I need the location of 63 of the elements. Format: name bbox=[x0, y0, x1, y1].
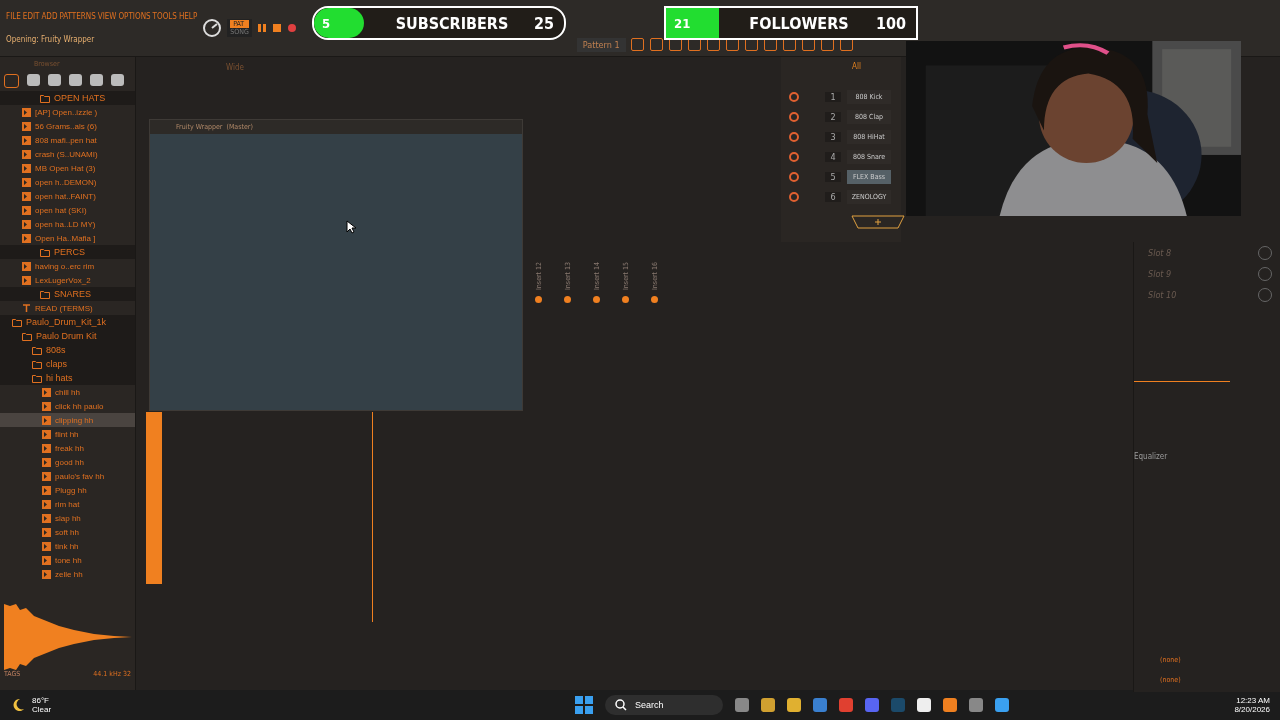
browser-item[interactable]: Paulo_Drum_Kit_1k bbox=[0, 315, 135, 329]
browser-item[interactable]: PERCS bbox=[0, 245, 135, 259]
search-field[interactable]: Search bbox=[604, 695, 724, 715]
browser-item[interactable]: claps bbox=[0, 357, 135, 371]
counter-label: FOLLOWERS bbox=[748, 13, 850, 33]
browser-item[interactable]: soft hh bbox=[0, 525, 135, 539]
menu-item[interactable]: HELP bbox=[178, 12, 198, 21]
temperature: 86°F bbox=[32, 696, 50, 705]
counter-current: 21 bbox=[673, 15, 692, 31]
browser-item[interactable]: Plugg hh bbox=[0, 483, 135, 497]
browser-item[interactable]: tink hh bbox=[0, 539, 135, 553]
browser-item[interactable]: click hh paulo bbox=[0, 399, 135, 413]
browser-item[interactable]: open hat (SKI) bbox=[0, 203, 135, 217]
browser-item[interactable]: [AP] Open..izzle ) bbox=[0, 105, 135, 119]
browser-item[interactable]: having o..erc rim bbox=[0, 259, 135, 273]
counter-goal: 25 bbox=[533, 13, 555, 33]
browser-item[interactable]: SNARES bbox=[0, 287, 135, 301]
hint-text: Opening: Fruity Wrapper bbox=[6, 35, 96, 44]
browser-item[interactable]: slap hh bbox=[0, 511, 135, 525]
browser-item[interactable]: LexLugerVox_2 bbox=[0, 273, 135, 287]
browser-item[interactable]: 808s bbox=[0, 343, 135, 357]
menu-item[interactable]: TOOLS bbox=[152, 12, 177, 21]
browser-item[interactable]: hi hats bbox=[0, 371, 135, 385]
browser-item[interactable]: 808 mafi..pen hat bbox=[0, 133, 135, 147]
channel-number[interactable]: 1 bbox=[825, 92, 841, 102]
browser-item[interactable]: Paulo Drum Kit bbox=[0, 329, 135, 343]
browser-item[interactable]: OPEN HATS bbox=[0, 91, 135, 105]
browser-item[interactable]: flint hh bbox=[0, 427, 135, 441]
browser-item[interactable]: crash (S..UNAMI) bbox=[0, 147, 135, 161]
browser-item[interactable]: paulo's fav hh bbox=[0, 469, 135, 483]
pattern-selector[interactable]: Pattern 1 bbox=[576, 38, 626, 52]
counter-goal: 100 bbox=[875, 13, 907, 33]
channel-number[interactable]: 5 bbox=[825, 172, 841, 182]
menu-item[interactable]: OPTIONS bbox=[118, 12, 151, 21]
browser-item[interactable]: Open Ha..Mafia ] bbox=[0, 231, 135, 245]
channel-number[interactable]: 4 bbox=[825, 152, 841, 162]
channel-number[interactable]: 2 bbox=[825, 112, 841, 122]
group-filter[interactable]: All bbox=[852, 62, 861, 71]
browser-item[interactable]: clipping hh bbox=[0, 413, 135, 427]
browser-item[interactable]: open hat..FAINT) bbox=[0, 189, 135, 203]
browser-item[interactable]: tone hh bbox=[0, 553, 135, 567]
menu-item[interactable]: VIEW bbox=[97, 12, 117, 21]
menu-item[interactable]: ADD bbox=[41, 12, 58, 21]
weather-text: Clear bbox=[32, 705, 52, 714]
browser-item[interactable]: rim hat bbox=[0, 497, 135, 511]
clock-date: 8/20/2026 bbox=[1234, 705, 1270, 714]
channel-number[interactable]: 3 bbox=[825, 132, 841, 142]
channel-number[interactable]: 6 bbox=[825, 192, 841, 202]
menu-item[interactable]: EDIT bbox=[22, 12, 40, 21]
browser-item[interactable]: READ (TERMS) bbox=[0, 301, 135, 315]
browser-item[interactable]: open ha..LD MY) bbox=[0, 217, 135, 231]
menu-item[interactable]: FILE bbox=[6, 12, 21, 21]
browser-item[interactable]: open h..DEMON) bbox=[0, 175, 135, 189]
browser-item[interactable]: freak hh bbox=[0, 441, 135, 455]
browser-item[interactable]: 56 Grams..als (6) bbox=[0, 119, 135, 133]
browser-item[interactable]: chill hh bbox=[0, 385, 135, 399]
browser-item[interactable]: zelle hh bbox=[0, 567, 135, 581]
counter-current: 5 bbox=[321, 15, 332, 31]
browser-item[interactable]: good hh bbox=[0, 455, 135, 469]
clock-time: 12:23 AM bbox=[1236, 696, 1270, 705]
browser-item[interactable]: MB Open Hat (3) bbox=[0, 161, 135, 175]
counter-label: SUBSCRIBERS bbox=[394, 13, 510, 33]
menu-item[interactable]: PATTERNS bbox=[59, 12, 96, 21]
